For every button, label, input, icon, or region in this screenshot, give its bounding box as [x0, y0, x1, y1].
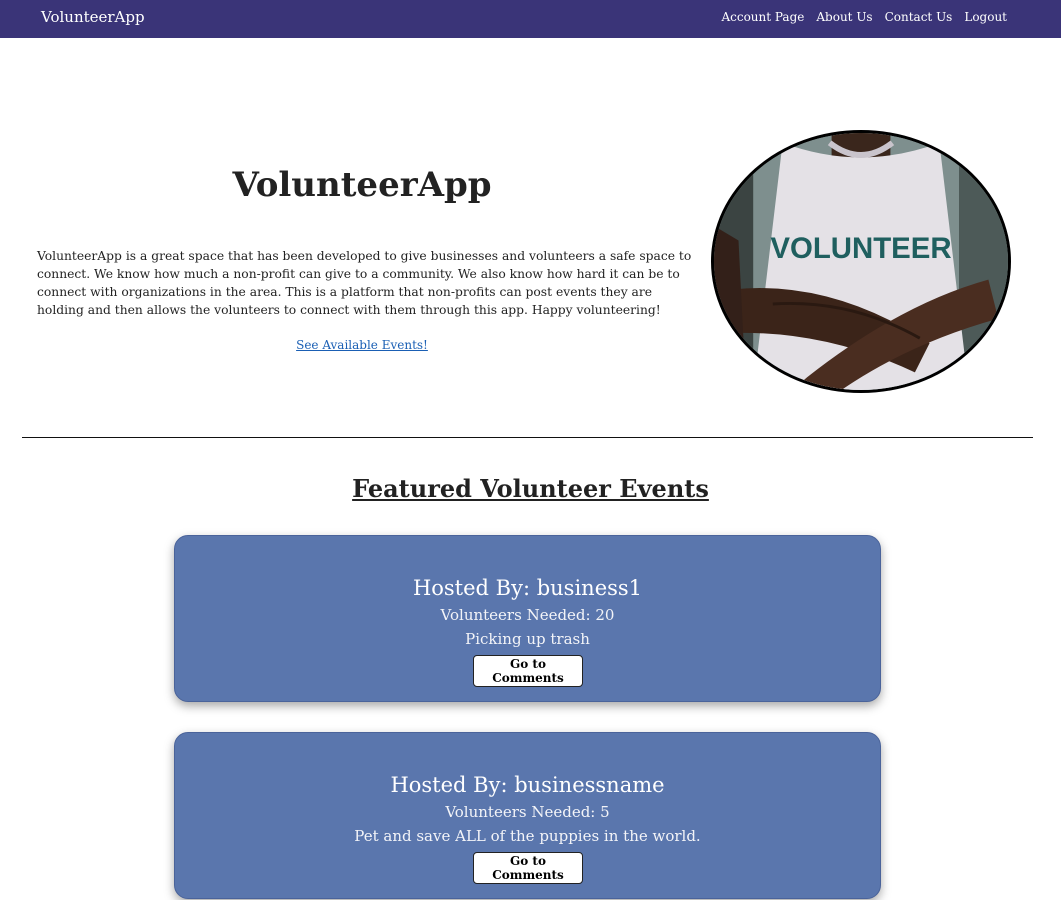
hero-description: VolunteerApp is a great space that has b…: [37, 249, 692, 317]
nav-account-page[interactable]: Account Page: [721, 10, 804, 24]
event-volunteers-needed: Volunteers Needed: 5: [445, 803, 610, 821]
go-to-comments-button[interactable]: Go to Comments: [473, 655, 583, 687]
see-events-link[interactable]: See Available Events!: [296, 338, 428, 352]
event-description: Picking up trash: [465, 630, 590, 648]
volunteer-photo-illustration: VOLUNTEER: [714, 133, 1008, 390]
event-card: Hosted By: business1 Volunteers Needed: …: [174, 535, 881, 702]
event-description: Pet and save ALL of the puppies in the w…: [354, 827, 701, 845]
nav-links: Account Page About Us Contact Us Logout: [721, 10, 1007, 24]
hero-link-wrapper: See Available Events!: [37, 338, 687, 352]
volunteer-photo: VOLUNTEER: [711, 130, 1011, 393]
event-card: Hosted By: businessname Volunteers Neede…: [174, 732, 881, 899]
event-host: Hosted By: businessname: [390, 773, 665, 797]
featured-events-title: Featured Volunteer Events: [352, 474, 709, 503]
hero-title: VolunteerApp: [232, 165, 492, 205]
section-divider: [22, 437, 1033, 438]
nav-contact-us[interactable]: Contact Us: [885, 10, 953, 24]
top-navbar: VolunteerApp Account Page About Us Conta…: [0, 0, 1061, 38]
shirt-text: VOLUNTEER: [770, 232, 951, 265]
brand-link[interactable]: VolunteerApp: [41, 8, 145, 26]
nav-about-us[interactable]: About Us: [816, 10, 872, 24]
nav-logout[interactable]: Logout: [964, 10, 1007, 24]
event-volunteers-needed: Volunteers Needed: 20: [440, 606, 615, 624]
go-to-comments-button[interactable]: Go to Comments: [473, 852, 583, 884]
event-host: Hosted By: business1: [412, 576, 643, 600]
